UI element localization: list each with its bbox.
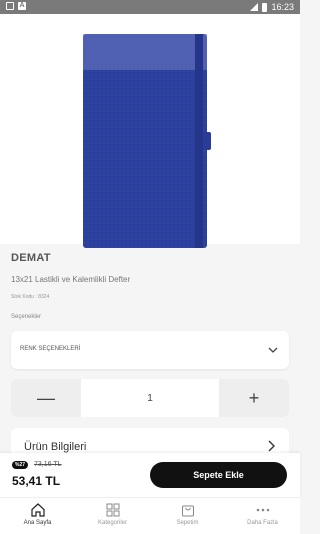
image-notification-icon <box>6 2 14 10</box>
product-image[interactable] <box>83 34 211 248</box>
status-bar: A 16:23 <box>0 0 300 14</box>
back-button[interactable] <box>6 32 28 54</box>
tab-categories[interactable]: Kategoriler <box>75 498 150 534</box>
signal-icon <box>250 3 259 11</box>
share-button[interactable] <box>242 32 264 54</box>
quantity-stepper: — 1 + <box>11 379 289 417</box>
tab-more-label: Daha Fazla <box>247 520 278 526</box>
color-options-select[interactable]: RENK SEÇENEKLERİ <box>11 331 289 369</box>
home-icon <box>30 503 45 517</box>
increase-quantity-button[interactable]: + <box>219 379 289 417</box>
tab-more[interactable]: Daha Fazla <box>225 498 300 534</box>
grid-icon <box>106 503 119 517</box>
bag-icon <box>181 505 194 517</box>
product-brand[interactable]: DEMAT <box>11 252 51 264</box>
tab-home-label: Ana Sayfa <box>23 520 52 526</box>
color-options-label: RENK SEÇENEKLERİ <box>20 346 81 352</box>
more-icon <box>256 508 269 512</box>
tab-cart[interactable]: Sepetim <box>150 498 225 534</box>
add-to-cart-button[interactable]: Sepete Ekle <box>150 462 287 488</box>
options-label: Seçenekler <box>11 314 42 320</box>
product-name: 13x21 Lastikli ve Kalemlikli Defter <box>11 275 131 284</box>
chevron-right-icon <box>268 440 275 452</box>
app-notification-icon: A <box>18 2 26 10</box>
product-info-title: Ürün Bilgileri <box>24 441 87 453</box>
tab-cart-label: Sepetim <box>176 520 199 526</box>
discount-badge: %27 <box>12 461 29 469</box>
decrease-quantity-button[interactable]: — <box>11 379 81 417</box>
tab-home[interactable]: Ana Sayfa <box>0 498 75 534</box>
product-image-area <box>0 14 300 248</box>
tab-categories-label: Kategoriler <box>97 520 127 526</box>
quantity-value[interactable]: 1 <box>81 379 219 417</box>
clock: 16:23 <box>271 2 294 12</box>
bottom-navigation: Ana Sayfa Kategoriler Sepetim Daha Fazla <box>0 497 300 534</box>
purchase-bar: %27 73,16 TL 53,41 TL Sepete Ekle <box>0 453 300 497</box>
battery-icon <box>262 2 268 12</box>
stock-code: Stok Kodu : 8324 <box>11 294 50 300</box>
chevron-left-icon <box>12 37 20 49</box>
chevron-down-icon <box>268 347 278 353</box>
old-price: 73,16 TL <box>34 461 62 468</box>
share-icon <box>248 37 258 49</box>
current-price: 53,41 TL <box>12 474 61 488</box>
